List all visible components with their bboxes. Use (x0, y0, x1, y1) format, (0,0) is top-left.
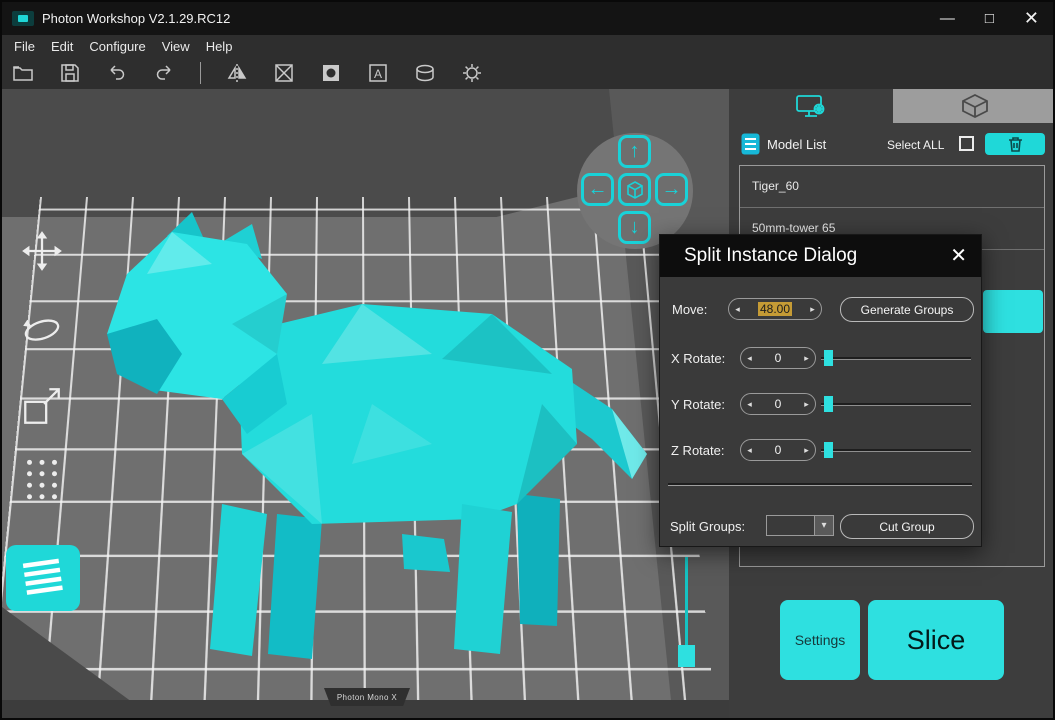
model-row-action-button[interactable] (983, 290, 1043, 333)
spin-increment-icon[interactable]: ▸ (798, 399, 815, 410)
menu-help[interactable]: Help (198, 39, 241, 54)
move-icon (19, 228, 65, 274)
z-rotate-slider[interactable] (821, 449, 971, 452)
dialog-header[interactable]: Split Instance Dialog ✕ (660, 235, 981, 277)
rotate-icon (19, 305, 65, 351)
app-logo-icon (12, 11, 34, 26)
spin-increment-icon[interactable]: ▸ (798, 353, 815, 364)
nav-home-cube-button[interactable] (618, 173, 651, 206)
cut-group-button[interactable]: Cut Group (840, 514, 974, 539)
move-value[interactable]: 48.00 (758, 302, 792, 316)
array-tool-button[interactable] (18, 455, 66, 503)
spin-decrement-icon[interactable]: ◂ (741, 353, 758, 364)
z-rotate-slider-handle[interactable] (824, 442, 833, 458)
clip-slider-handle[interactable] (678, 645, 695, 667)
z-rotate-value[interactable]: 0 (758, 443, 798, 457)
tab-print-settings[interactable] (729, 89, 893, 123)
x-rotate-label: X Rotate: (671, 351, 725, 366)
delete-model-button[interactable] (985, 133, 1045, 155)
undo-icon[interactable] (106, 62, 128, 84)
scale-tool-button[interactable] (18, 382, 66, 430)
move-label: Move: (672, 302, 707, 317)
dropdown-value (767, 516, 814, 535)
nav-left-button[interactable]: ← (581, 173, 614, 206)
tab-slice-preview[interactable] (893, 89, 1055, 123)
scale-icon (19, 383, 65, 429)
layers-icon (17, 555, 69, 601)
x-rotate-slider[interactable] (821, 357, 971, 360)
printer-name-tag: Photon Mono X (324, 688, 410, 706)
box-icon (960, 93, 990, 119)
select-all-label: Select ALL (887, 138, 944, 152)
monitor-gear-icon (795, 93, 827, 119)
menu-bar: File Edit Configure View Help (2, 35, 1053, 57)
x-rotate-value[interactable]: 0 (758, 351, 798, 365)
trash-icon (1008, 136, 1023, 152)
panel-tabs (729, 89, 1055, 123)
dropdown-arrow-icon[interactable]: ▾ (814, 516, 833, 535)
slice-view-button[interactable] (6, 545, 80, 611)
open-file-icon[interactable] (12, 62, 34, 84)
y-rotate-slider-handle[interactable] (824, 396, 833, 412)
spin-decrement-icon[interactable]: ◂ (741, 445, 758, 456)
z-rotate-label: Z Rotate: (671, 443, 724, 458)
model-list-icon (741, 133, 760, 155)
svg-text:A: A (374, 67, 382, 81)
cube-icon (625, 180, 645, 200)
x-rotate-spinner[interactable]: ◂ 0 ▸ (740, 347, 816, 369)
nav-right-button[interactable]: → (655, 173, 688, 206)
split-groups-dropdown[interactable]: ▾ (766, 515, 834, 536)
window-title: Photon Workshop V2.1.29.RC12 (42, 11, 230, 26)
minimize-button[interactable]: — (940, 10, 955, 27)
x-rotate-slider-handle[interactable] (824, 350, 833, 366)
model-list-row[interactable]: Tiger_60 (740, 166, 1044, 208)
split-icon[interactable] (461, 62, 483, 84)
spin-increment-icon[interactable]: ▸ (804, 304, 821, 315)
y-rotate-value[interactable]: 0 (758, 397, 798, 411)
text-icon[interactable]: A (367, 62, 389, 84)
spin-increment-icon[interactable]: ▸ (798, 445, 815, 456)
spin-decrement-icon[interactable]: ◂ (741, 399, 758, 410)
dialog-title: Split Instance Dialog (660, 245, 857, 267)
menu-file[interactable]: File (6, 39, 43, 54)
model-tiger[interactable] (72, 204, 672, 704)
dialog-close-button[interactable]: ✕ (950, 243, 967, 268)
move-spinner[interactable]: ◂ 48.00 ▸ (728, 298, 822, 320)
dialog-separator (668, 483, 972, 486)
menu-view[interactable]: View (154, 39, 198, 54)
toolbar-separator (200, 62, 201, 84)
mirror-icon[interactable] (226, 62, 248, 84)
z-rotate-spinner[interactable]: ◂ 0 ▸ (740, 439, 816, 461)
rotate-tool-button[interactable] (18, 304, 66, 352)
menu-edit[interactable]: Edit (43, 39, 81, 54)
close-button[interactable]: ✕ (1024, 8, 1039, 29)
y-rotate-spinner[interactable]: ◂ 0 ▸ (740, 393, 816, 415)
maximize-button[interactable]: □ (985, 10, 994, 27)
slice-button[interactable]: Slice (868, 600, 1004, 680)
menu-configure[interactable]: Configure (81, 39, 153, 54)
move-tool-button[interactable] (18, 227, 66, 275)
toolbar: A (2, 57, 1053, 90)
nav-down-button[interactable]: ↓ (618, 211, 651, 244)
viewport-3d[interactable]: ↑ ← → ↓ (2, 89, 729, 720)
split-groups-label: Split Groups: (670, 519, 745, 534)
save-icon[interactable] (59, 62, 81, 84)
generate-groups-button[interactable]: Generate Groups (840, 297, 974, 322)
select-all-checkbox[interactable] (959, 136, 974, 151)
app-window: Photon Workshop V2.1.29.RC12 — □ ✕ File … (0, 0, 1055, 720)
punch-hole-icon[interactable] (320, 62, 342, 84)
nav-up-button[interactable]: ↑ (618, 135, 651, 168)
split-instance-dialog: Split Instance Dialog ✕ Move: ◂ 48.00 ▸ … (659, 234, 982, 547)
settings-button[interactable]: Settings (780, 600, 860, 680)
spin-decrement-icon[interactable]: ◂ (729, 304, 746, 315)
y-rotate-slider[interactable] (821, 403, 971, 406)
hollow-icon[interactable] (273, 62, 295, 84)
cylinder-icon[interactable] (414, 62, 436, 84)
title-bar: Photon Workshop V2.1.29.RC12 — □ ✕ (2, 2, 1053, 35)
y-rotate-label: Y Rotate: (671, 397, 725, 412)
model-list-title: Model List (767, 137, 826, 152)
array-icon (19, 454, 65, 504)
redo-icon[interactable] (153, 62, 175, 84)
